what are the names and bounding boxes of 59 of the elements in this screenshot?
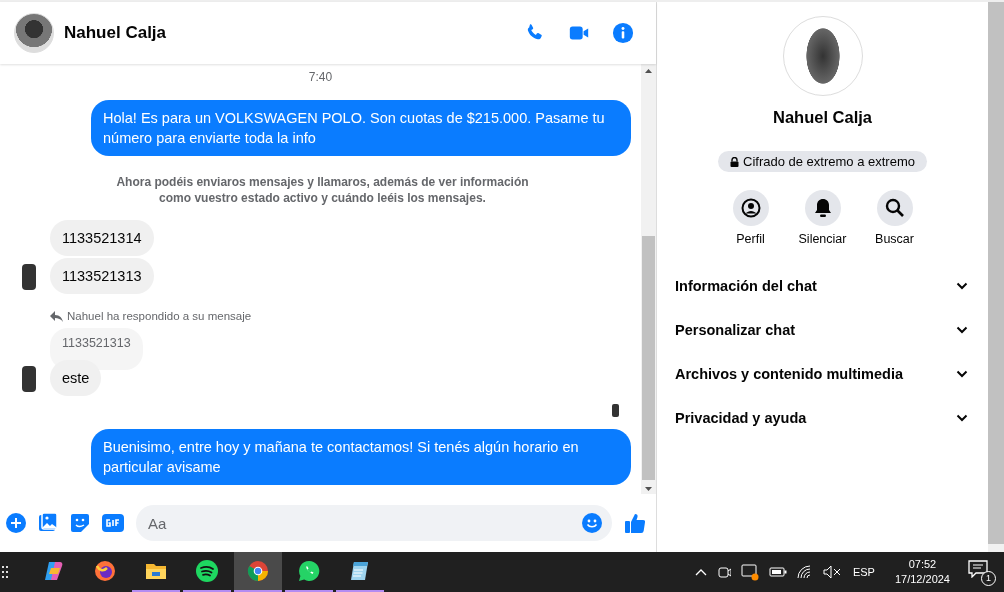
grip-icon[interactable] — [2, 565, 8, 579]
received-message: 1133521314 — [50, 220, 154, 256]
caret-up-icon[interactable] — [694, 568, 707, 576]
sound-waves-icon — [195, 559, 219, 583]
sent-message: Hola! Es para un VOLKSWAGEN POLO. Son cuotas de $215.000. Pasame tu número para enviarte toda la info — [91, 100, 631, 156]
gif-icon[interactable] — [102, 513, 124, 533]
message-input[interactable]: Aa — [136, 505, 612, 541]
avatar-photo-placeholder[interactable] — [14, 13, 54, 53]
plus-icon[interactable] — [6, 513, 26, 533]
contact-name[interactable]: Nahuel Calja — [64, 23, 524, 43]
notice-text: Ahora podéis enviaros mensajes y llamaros, además de ver información como vuestro estado activo y cuándo leéis los mensajes. — [115, 174, 530, 206]
chevron-icon — [956, 282, 968, 290]
received-message: 1133521313 — [50, 258, 154, 294]
section-header[interactable]: Privacidad y ayuda — [657, 396, 988, 440]
action-label: Perfil — [736, 232, 765, 246]
notification-count: 1 — [981, 571, 996, 586]
scrollbar[interactable] — [641, 64, 656, 494]
sticker-icon[interactable] — [70, 513, 90, 533]
reply-arrow-icon — [50, 310, 63, 322]
notification-icon[interactable] — [968, 560, 988, 578]
camera-icon[interactable] — [716, 564, 731, 580]
fox-globe-icon — [93, 559, 117, 583]
section-header[interactable]: Personalizar chat — [657, 308, 988, 352]
clock-time[interactable]: 07:52 — [908, 557, 937, 572]
action-label: Buscar — [875, 232, 914, 246]
reply-note: Nahuel ha respondido a su mensaje — [67, 310, 252, 322]
speaker-muted-icon[interactable] — [822, 565, 841, 579]
chevron-icon — [956, 326, 968, 334]
page-scrollbar[interactable] — [988, 2, 1004, 552]
thumbs-up-icon[interactable] — [624, 512, 646, 534]
quoted-message: 1133521313 — [50, 328, 143, 370]
action-button[interactable] — [876, 190, 913, 226]
profile-name: Nahuel Calja — [772, 108, 872, 127]
action-button[interactable] — [804, 190, 841, 226]
battery-icon[interactable] — [768, 566, 787, 578]
chevron-icon — [956, 370, 968, 378]
sent-message: Buenisimo, entre hoy y mañana te contactamos! Si tenés algún horario en particular avisame — [91, 429, 631, 485]
received-message: este — [50, 360, 102, 396]
language-indicator[interactable]: ESP — [852, 566, 875, 578]
info-icon[interactable] — [612, 22, 634, 44]
section-header[interactable]: Información del chat — [657, 264, 988, 308]
chat-bubble-phone-icon — [297, 559, 321, 583]
clock-date[interactable]: 17/12/2024 — [894, 572, 950, 587]
screen-alert-icon[interactable] — [740, 563, 759, 581]
image-icon[interactable] — [38, 513, 58, 533]
action-label: Silenciar — [798, 232, 847, 246]
action-button[interactable] — [732, 190, 769, 226]
seen-avatar — [612, 404, 619, 417]
section-header[interactable]: Archivos y contenido multimedia — [657, 352, 988, 396]
timestamp: 7:40 — [307, 70, 334, 84]
bell-icon — [813, 198, 832, 218]
search-icon — [884, 198, 905, 218]
emoji-icon[interactable] — [582, 513, 602, 533]
encryption-label: Cifrado de extremo a extremo — [743, 154, 915, 169]
person-icon — [740, 198, 761, 218]
wifi-icon[interactable] — [796, 565, 813, 579]
lock-icon — [730, 156, 739, 167]
chevron-icon — [956, 414, 968, 422]
browser-globe-icon — [246, 559, 270, 583]
